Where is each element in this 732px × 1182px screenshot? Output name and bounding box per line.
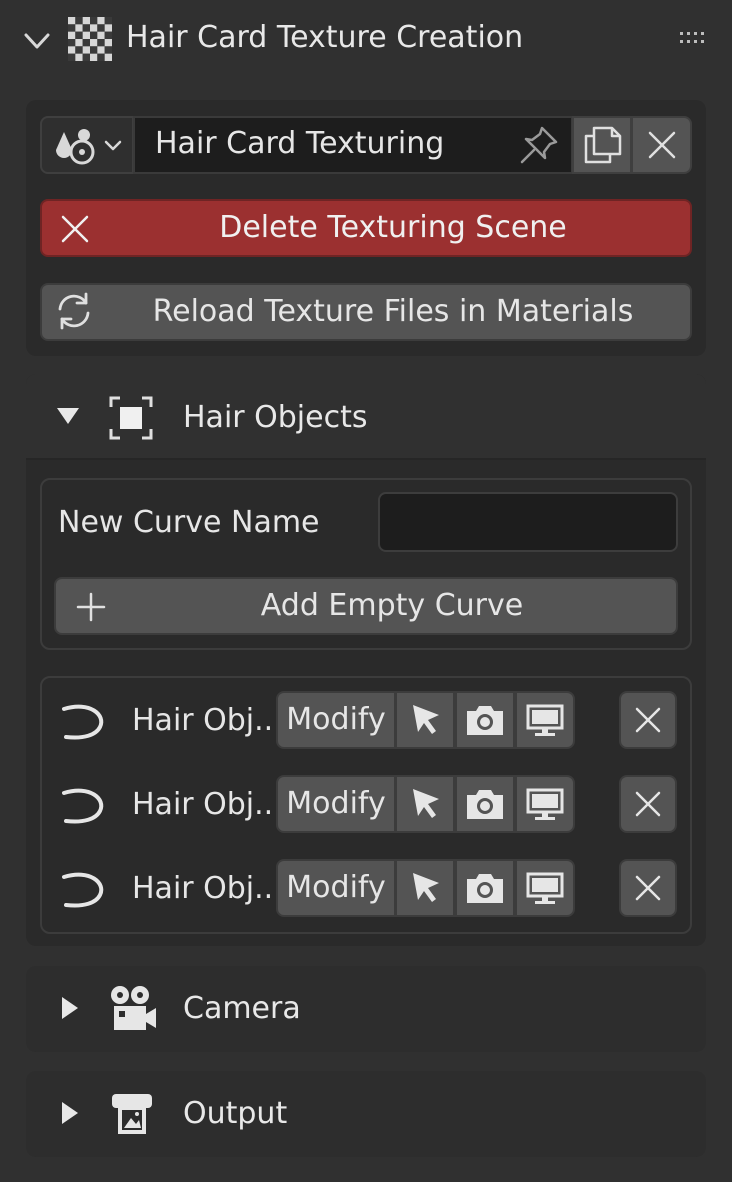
- new-curve-name-label: New Curve Name: [58, 505, 320, 540]
- duplicate-icon: [584, 126, 622, 164]
- monitor-icon: [526, 704, 564, 736]
- unlink-scene-button[interactable]: [631, 116, 692, 174]
- viewport-toggle-button[interactable]: [515, 691, 575, 749]
- main-panel-title: Hair Card Texture Creation: [126, 20, 524, 55]
- remove-hair-object-button[interactable]: [619, 775, 677, 833]
- scene-type-icon: [56, 129, 122, 165]
- hair-objects-title: Hair Objects: [183, 400, 368, 435]
- camera-icon: [467, 874, 503, 903]
- object-select-icon: [108, 395, 154, 441]
- triangle-right-icon[interactable]: [56, 994, 84, 1022]
- reload-texture-files-label: Reload Texture Files in Materials: [152, 294, 634, 329]
- triangle-right-icon[interactable]: [56, 1099, 84, 1127]
- select-button[interactable]: [395, 775, 455, 833]
- close-icon: [648, 131, 676, 159]
- camera-icon: [467, 790, 503, 819]
- add-empty-curve-label: Add Empty Curve: [260, 588, 524, 623]
- new-curve-name-input[interactable]: [378, 492, 678, 552]
- modify-label: Modify: [286, 870, 386, 905]
- drag-grip-icon[interactable]: [678, 30, 710, 46]
- curve-icon: [60, 697, 108, 745]
- monitor-icon: [526, 788, 564, 820]
- printer-icon: [108, 1090, 156, 1138]
- cursor-arrow-icon: [413, 873, 439, 902]
- chevron-down-icon[interactable]: [22, 26, 52, 56]
- render-toggle-button[interactable]: [455, 859, 515, 917]
- monitor-icon: [526, 872, 564, 904]
- hair-object-name: Hair Obj...: [132, 787, 283, 822]
- viewport-toggle-button[interactable]: [515, 859, 575, 917]
- checkerboard-icon: [68, 17, 112, 61]
- curve-icon: [60, 865, 108, 913]
- remove-hair-object-button[interactable]: [619, 691, 677, 749]
- camera-icon: [467, 706, 503, 735]
- triangle-down-icon[interactable]: [54, 402, 82, 430]
- cursor-arrow-icon: [413, 705, 439, 734]
- pin-icon[interactable]: [514, 120, 564, 170]
- modify-label: Modify: [286, 786, 386, 821]
- select-button[interactable]: [395, 859, 455, 917]
- hair-object-name: Hair Obj...: [132, 871, 283, 906]
- scene-name-text: Hair Card Texturing: [155, 126, 445, 161]
- scene-type-dropdown[interactable]: [40, 116, 134, 174]
- close-icon: [635, 707, 661, 733]
- camera-panel-title: Camera: [183, 991, 301, 1026]
- select-button[interactable]: [395, 691, 455, 749]
- output-panel-title: Output: [183, 1096, 288, 1131]
- remove-hair-object-button[interactable]: [619, 859, 677, 917]
- render-toggle-button[interactable]: [455, 691, 515, 749]
- close-icon: [635, 791, 661, 817]
- cursor-arrow-icon: [413, 789, 439, 818]
- hair-object-name: Hair Obj...: [132, 703, 283, 738]
- duplicate-button[interactable]: [572, 116, 632, 174]
- video-camera-icon: [106, 984, 158, 1034]
- modify-label: Modify: [286, 702, 386, 737]
- curve-icon: [60, 781, 108, 829]
- viewport-toggle-button[interactable]: [515, 775, 575, 833]
- close-icon: [635, 875, 661, 901]
- render-toggle-button[interactable]: [455, 775, 515, 833]
- delete-texturing-scene-label: Delete Texturing Scene: [219, 210, 567, 245]
